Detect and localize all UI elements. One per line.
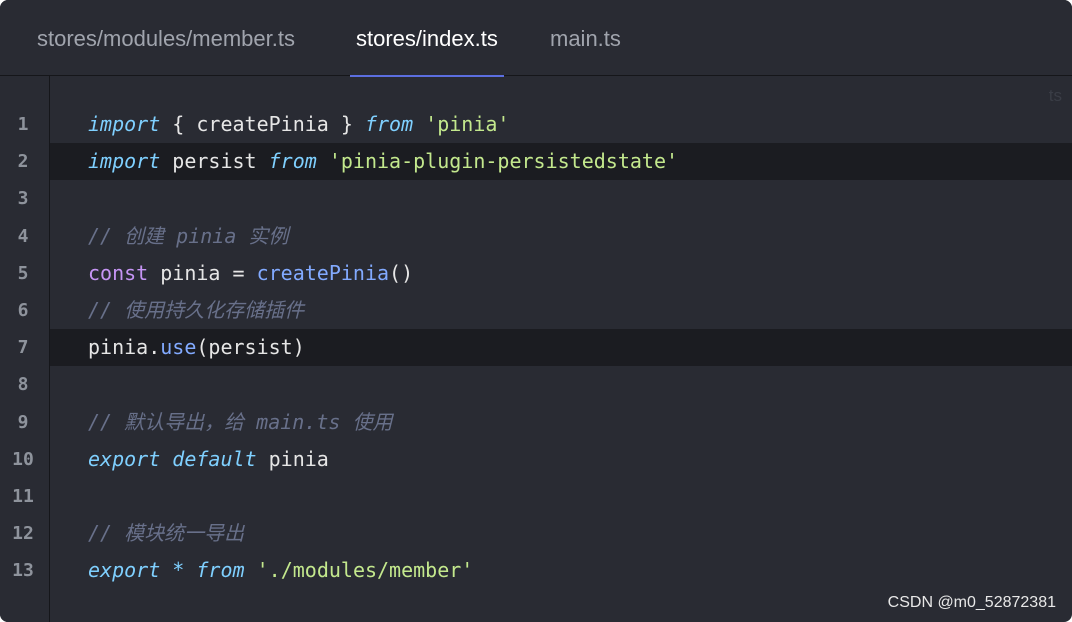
code-token: export [88,558,161,583]
code-text: export * from './modules/member' [88,552,473,589]
code-text: // 默认导出，给 main.ts 使用 [88,404,393,441]
tab-main-ts[interactable]: main.ts [550,0,621,76]
code-token: { createPinia } [160,112,365,136]
tab-stores-index-ts[interactable]: stores/index.ts [350,0,504,77]
code-text: // 模块统一导出 [88,515,244,552]
code-text: // 使用持久化存储插件 [88,292,304,329]
line-number: 2 [17,151,29,173]
code-token: import [88,149,161,174]
line-number: 11 [12,485,34,507]
code-line: 6 // 使用持久化存储插件 [0,292,1072,329]
code-token: 'pinia' [425,112,510,136]
code-token: // 模块统一导出 [88,521,245,546]
line-number: 10 [12,448,34,470]
code-line: 10 export default pinia [0,441,1072,478]
code-token: () [389,260,414,285]
code-token: 'pinia-plugin-persistedstate' [328,149,679,174]
code-text: const pinia = createPinia() [88,255,413,292]
code-line: 9 // 默认导出，给 main.ts 使用 [0,404,1072,441]
code-line: 8 [0,366,1072,403]
code-token: (persist) [196,335,305,360]
code-token: pinia [256,446,329,471]
code-text: import persist from 'pinia-plugin-persis… [88,143,678,180]
line-number: 13 [12,560,34,582]
tab-stores-modules-member-ts[interactable]: stores/modules/member.ts [37,0,295,76]
line-number: 4 [17,225,29,247]
code-line: 7 pinia.use(persist) [0,329,1072,367]
code-token: export [88,446,161,471]
code-token: import [88,112,161,136]
code-line: 12 // 模块统一导出 [0,515,1072,552]
line-number: 3 [17,188,29,210]
code-token: './modules/member' [256,558,474,583]
code-text: // 创建 pinia 实例 [88,218,288,255]
code-line: 2 import persist from 'pinia-plugin-persi… [0,143,1072,181]
line-number: 6 [17,299,29,321]
code-block-window: stores/modules/member.ts stores/index.ts… [0,0,1072,622]
code-line: 4 // 创建 pinia 实例 [0,218,1072,255]
code-line: 5 const pinia = createPinia() [0,255,1072,292]
line-number: 9 [17,411,29,433]
code-line: 3 [0,180,1072,217]
language-badge: ts [1048,86,1062,105]
code-token: pinia = [148,260,257,285]
file-tab-bar: stores/modules/member.ts stores/index.ts… [0,0,1072,77]
code-line: 11 [0,478,1072,515]
code-token: createPinia [256,260,390,285]
line-number: 7 [17,337,29,359]
code-text: import { createPinia } from 'pinia' [88,106,509,143]
code-token: const [88,260,149,285]
code-token: use [160,335,197,360]
code-line: 1 import { createPinia } from 'pinia' [0,106,1072,143]
code-editor[interactable]: 1 import { createPinia } from 'pinia' 2 imp… [0,106,1072,589]
line-number: 12 [12,523,34,545]
code-token: from [196,558,245,583]
code-token: persist [160,149,269,174]
code-line: 13 export * from './modules/member' [0,552,1072,589]
code-token: from [268,149,317,174]
code-token: default [172,446,257,471]
line-number: 5 [17,262,29,284]
code-text: export default pinia [88,441,329,478]
code-token: // 创建 pinia 实例 [88,223,289,248]
code-token: pinia. [88,335,161,360]
code-token: // 使用持久化存储插件 [88,297,305,322]
code-token: from [364,112,414,136]
code-text: pinia.use(persist) [88,329,305,366]
code-token: * [172,558,185,583]
line-number: 1 [17,114,29,135]
code-token: // 默认导出，给 main.ts 使用 [88,409,393,434]
watermark: CSDN @m0_52872381 [887,594,1056,611]
line-number: 8 [17,374,29,396]
